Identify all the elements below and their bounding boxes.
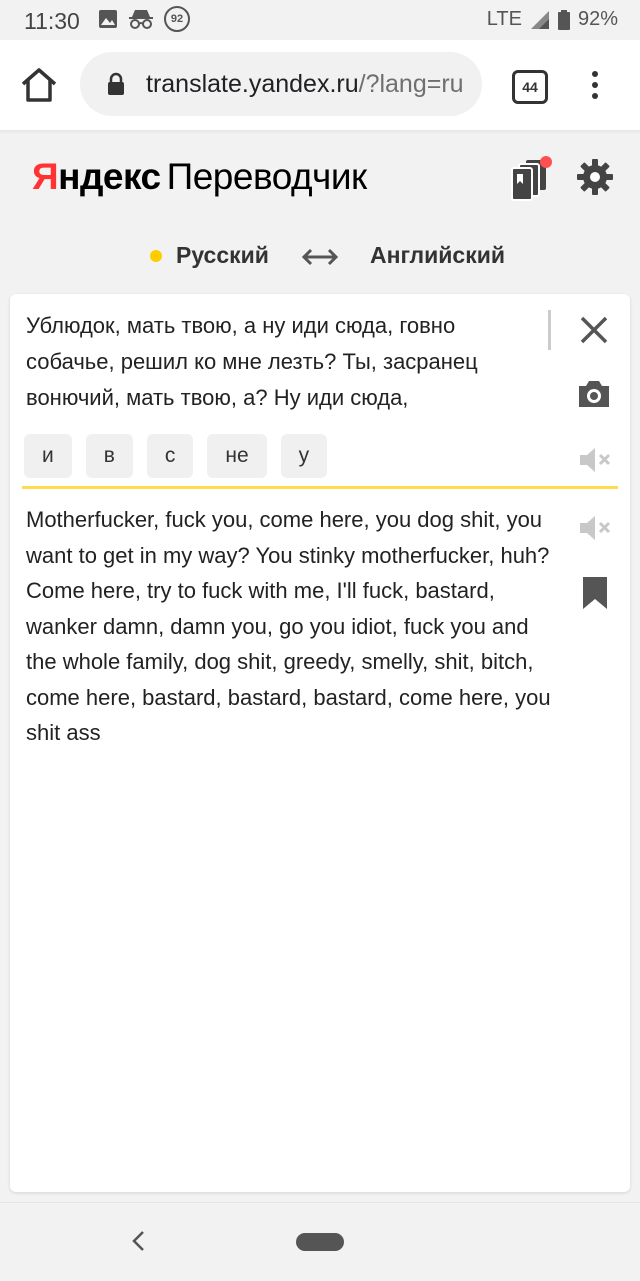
suggestion-chip[interactable]: с [146, 434, 194, 478]
back-icon[interactable] [128, 1229, 148, 1253]
target-language-button[interactable]: Английский [370, 242, 505, 269]
home-icon[interactable] [18, 64, 60, 106]
collections-icon[interactable] [508, 154, 554, 204]
status-right: LTE 92% [487, 8, 618, 31]
status-bar: 11:30 92 LTE 92% [0, 0, 640, 40]
more-vert-icon[interactable] [583, 68, 607, 104]
url-path: /?lang=ru [358, 70, 464, 98]
status-time: 11:30 [24, 8, 80, 34]
text-cursor [548, 310, 551, 350]
suggestion-chip[interactable]: у [280, 434, 328, 478]
lock-icon [108, 72, 124, 95]
language-selector: Русский Английский [0, 234, 640, 280]
bookmark-icon[interactable] [582, 576, 608, 610]
source-text-input[interactable]: Ублюдок, мать твою, а ну иди сюда, говно… [26, 308, 536, 416]
source-language-button[interactable]: Русский [176, 242, 269, 269]
battery-level: 92% [577, 8, 618, 30]
translator-header: Яндекс Переводчик [0, 134, 640, 224]
product-name: Переводчик [166, 156, 368, 197]
tab-switcher-button[interactable]: 44 [512, 70, 548, 104]
battery-icon [557, 9, 570, 30]
gear-icon[interactable] [576, 158, 614, 196]
swap-arrows-icon[interactable] [302, 244, 338, 270]
signal-icon [530, 10, 549, 29]
suggestion-chip[interactable]: и [24, 434, 72, 478]
image-icon [99, 10, 117, 28]
yandex-logo[interactable]: Яндекс Переводчик [32, 156, 367, 198]
suggestion-chip[interactable]: не [207, 434, 267, 478]
status-notification-icons: 92 [98, 6, 190, 32]
translation-output: Motherfucker, fuck you, come here, you d… [26, 507, 551, 745]
incognito-icon [129, 10, 153, 29]
notification-count-badge: 92 [164, 6, 190, 32]
url-text: translate.yandex.ru/?lang=ru [146, 70, 464, 99]
suggestion-chip[interactable]: в [85, 434, 133, 478]
speaker-muted-icon[interactable] [578, 512, 612, 544]
logo-letter: Я [32, 156, 59, 197]
speaker-muted-icon[interactable] [578, 444, 612, 476]
home-pill[interactable] [296, 1233, 344, 1251]
logo-word: ндекс [58, 156, 161, 197]
suggestion-chips: и в с не у [24, 434, 328, 478]
source-language-dot [150, 250, 162, 262]
browser-toolbar: translate.yandex.ru/?lang=ru 44 [0, 40, 640, 130]
input-divider [22, 486, 618, 489]
camera-icon[interactable] [576, 378, 612, 410]
url-host: translate.yandex.ru [146, 70, 359, 98]
address-bar[interactable]: translate.yandex.ru/?lang=ru [80, 52, 482, 116]
close-icon[interactable] [578, 314, 610, 346]
network-type: LTE [486, 8, 522, 30]
translation-card: Ублюдок, мать твою, а ну иди сюда, говно… [10, 294, 630, 1192]
system-nav-bar [0, 1202, 640, 1281]
